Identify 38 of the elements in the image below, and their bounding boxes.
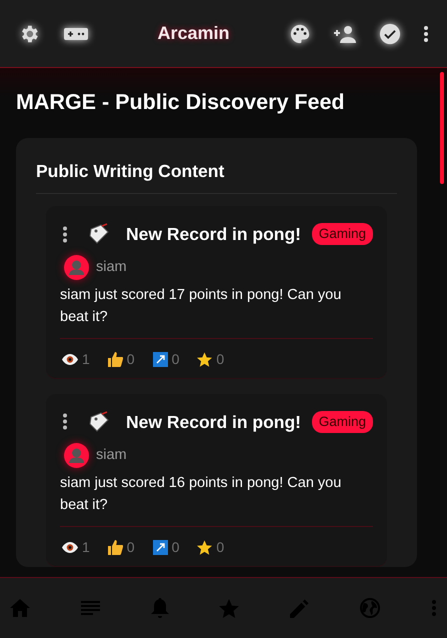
more-icon[interactable] xyxy=(62,413,68,430)
star-count: 0 xyxy=(216,538,224,557)
author-name[interactable]: siam xyxy=(96,444,127,466)
section-title: Public Writing Content xyxy=(36,160,224,181)
avatar-icon xyxy=(64,255,89,280)
scroll-thumb[interactable] xyxy=(440,72,444,184)
more-icon[interactable] xyxy=(62,226,68,243)
view-count: 1 xyxy=(82,350,90,369)
avatar-icon xyxy=(64,443,89,468)
add-person-icon[interactable] xyxy=(333,24,357,44)
post-title: New Record in pong! xyxy=(126,223,301,246)
like-count: 0 xyxy=(126,538,135,557)
view-count: 1 xyxy=(82,538,90,557)
star-icon xyxy=(197,352,212,367)
palette-icon[interactable] xyxy=(289,22,311,44)
author-name[interactable]: siam xyxy=(96,256,127,279)
star-count: 0 xyxy=(216,350,224,369)
check-circle-icon[interactable] xyxy=(379,22,401,44)
share-count: 0 xyxy=(172,538,180,557)
tag-icon xyxy=(88,223,110,246)
eye-icon xyxy=(62,354,78,365)
post-text: siam just scored 16 points in pong! Can you beat it? xyxy=(60,473,373,527)
thumbs-up-icon xyxy=(108,540,123,555)
like-count: 0 xyxy=(126,350,135,369)
category-tag[interactable]: Gaming xyxy=(312,410,373,434)
star-icon xyxy=(197,540,212,555)
share-count: 0 xyxy=(172,350,180,369)
more-icon[interactable] xyxy=(423,24,429,42)
eye-icon xyxy=(62,542,78,553)
star-icon[interactable] xyxy=(219,598,240,618)
page-title: MARGE - Public Discovery Feed xyxy=(16,90,346,116)
category-tag[interactable]: Gaming xyxy=(312,223,373,246)
post-text: siam just scored 17 points in pong! Can you beat it? xyxy=(60,285,373,339)
thumbs-up-icon xyxy=(108,352,123,367)
app-title: Arcamin xyxy=(157,22,230,45)
gamepad-icon[interactable] xyxy=(64,26,88,42)
post-title: New Record in pong! xyxy=(126,410,301,434)
tag-icon xyxy=(88,410,110,433)
